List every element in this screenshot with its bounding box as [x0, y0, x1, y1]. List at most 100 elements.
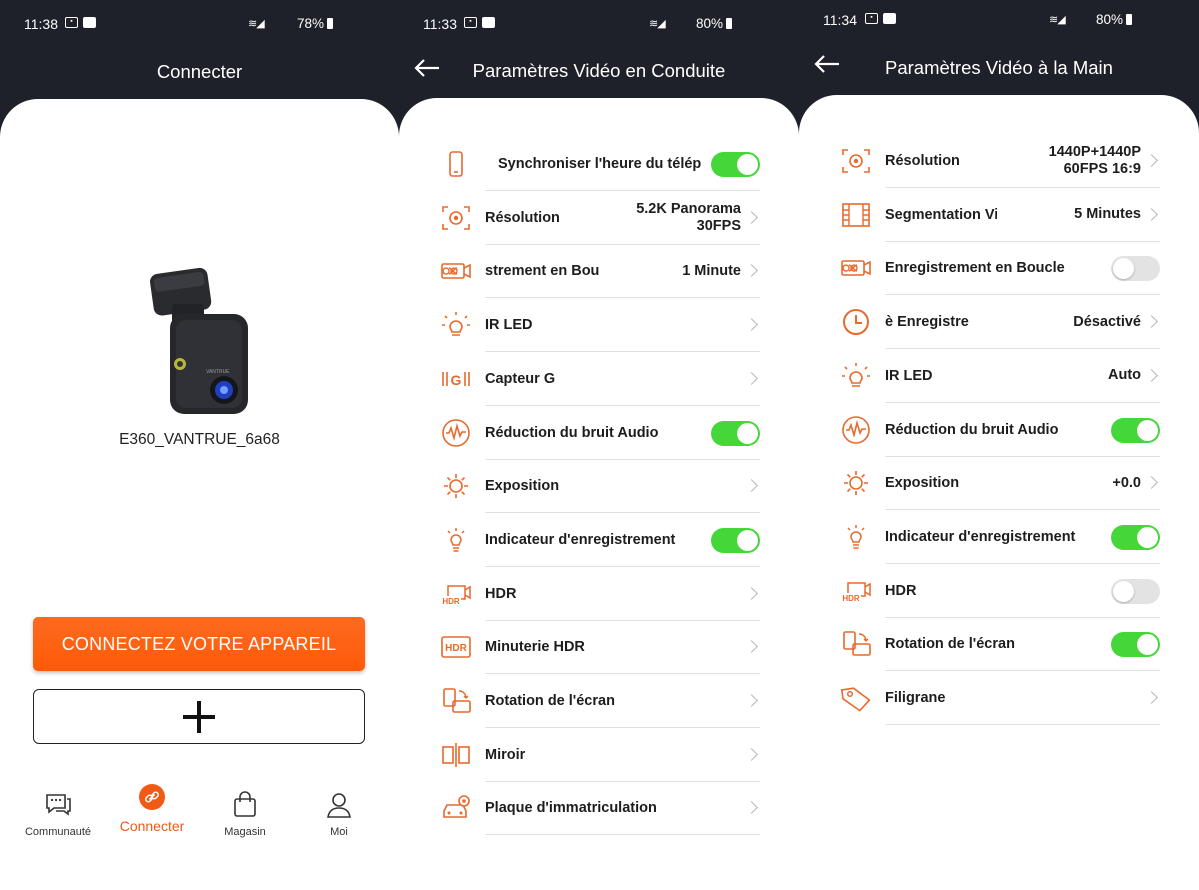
loop-record-icon [439, 256, 473, 286]
setting-label: Capteur G [485, 370, 556, 387]
status-bar: 11:33 ▪ ≋◢ 80% [399, 12, 799, 36]
settings-row-screen-rotation[interactable]: Rotation de l'écran [799, 617, 1199, 672]
notification-icon: ▪ [65, 17, 78, 28]
setting-label: Enregistrement en Boucle [885, 260, 1065, 277]
settings-row-mirror[interactable]: Miroir [399, 728, 799, 782]
setting-value-line: 30FPS [696, 217, 741, 234]
setting-value: 1 Minute [682, 262, 741, 279]
toggle-switch[interactable] [1111, 417, 1160, 443]
g-sensor-icon: G [439, 364, 473, 394]
settings-row-resolution[interactable]: Résolution 5.2K Panorama 30FPS [399, 191, 799, 245]
nav-connect[interactable]: Connecter [107, 782, 197, 834]
handheld-video-settings-screen: 11:34 ▪ ≋◢ 80% Paramètres Vidéo à la Mai… [799, 0, 1199, 890]
setting-value-line: 60FPS 16:9 [1063, 161, 1141, 177]
check-notification-icon [883, 13, 896, 24]
nav-store[interactable]: Magasin [200, 790, 290, 838]
setting-label: Minuterie HDR [485, 639, 585, 656]
settings-row-watermark[interactable]: Filigrane [799, 671, 1199, 725]
settings-row-ir-led[interactable]: IR LED [399, 298, 799, 353]
settings-row-record-indicator[interactable]: Indicateur d'enregistrement [799, 510, 1199, 564]
segmentation-icon [839, 200, 873, 230]
settings-row-loop-record[interactable]: strement en Bou 1 Minute [399, 244, 799, 299]
status-time: 11:34 [823, 12, 857, 28]
setting-label: HDR [485, 585, 517, 602]
add-device-button[interactable] [33, 689, 365, 744]
toggle-switch[interactable] [711, 527, 760, 553]
hdr-icon: HDR [839, 576, 873, 606]
chevron-right-icon [747, 372, 756, 386]
setting-value: 5.2K Panorama 30FPS [636, 191, 741, 245]
settings-row-hdr[interactable]: HDR HDR [799, 564, 1199, 618]
screen-rotation-icon [839, 629, 873, 659]
setting-label: strement en Bou [485, 263, 600, 280]
bottom-nav: Communauté Connecter Magasin Moi [0, 778, 399, 848]
setting-label: Rotation de l'écran [485, 693, 615, 709]
settings-row-g-sensor[interactable]: G Capteur G [399, 352, 799, 406]
settings-row-loop-record[interactable]: Enregistrement en Boucle [799, 241, 1199, 296]
notification-icon: ▪ [865, 13, 878, 24]
setting-value: +0.0 [1112, 474, 1141, 491]
device-name[interactable]: E360_VANTRUE_6a68 [0, 431, 399, 449]
chevron-right-icon [747, 801, 756, 815]
nav-store-label: Magasin [224, 826, 266, 838]
settings-row-audio-noise[interactable]: Réduction du bruit Audio [799, 403, 1199, 457]
chevron-right-icon [747, 264, 756, 278]
settings-row-phone[interactable]: Synchroniser l'heure du téléph [399, 137, 799, 191]
mirror-icon [439, 740, 473, 770]
settings-row-exposure[interactable]: Exposition [399, 459, 799, 514]
settings-row-resolution[interactable]: Résolution 1440P+1440P 60FPS 16:9 [799, 134, 1199, 188]
chevron-right-icon [1147, 208, 1156, 222]
settings-row-ir-led[interactable]: IR LED Auto [799, 349, 1199, 403]
setting-label: HDR [885, 582, 917, 599]
nav-me[interactable]: Moi [294, 790, 384, 838]
phone-icon [439, 149, 473, 179]
status-time: 11:33 [423, 16, 457, 32]
settings-row-license-plate[interactable]: Plaque d'immatriculation [399, 781, 799, 836]
settings-row-hdr-timer[interactable]: HDR Minuterie HDR [399, 620, 799, 675]
battery-icon [726, 18, 732, 29]
resolution-icon [439, 203, 473, 233]
setting-label: Filigrane [885, 690, 946, 706]
toggle-switch[interactable] [1111, 256, 1160, 282]
connect-screen: 11:38 ▪ ≋◢ 78% Connecter VANTRUE E360_VA… [0, 0, 399, 890]
setting-label: Résolution [885, 153, 960, 169]
battery-icon [1126, 14, 1132, 25]
setting-label: Indicateur d'enregistrement [885, 528, 1076, 545]
setting-label: IR LED [485, 317, 533, 334]
timer-record-icon [839, 307, 873, 337]
bag-icon [234, 791, 256, 817]
settings-row-record-indicator[interactable]: Indicateur d'enregistrement [399, 513, 799, 567]
row-divider [885, 724, 1160, 725]
nav-connect-label: Connecter [119, 818, 185, 834]
settings-row-hdr[interactable]: HDR HDR [399, 567, 799, 621]
chevron-right-icon [747, 640, 756, 654]
notification-icon: ▪ [464, 17, 477, 28]
settings-row-audio-noise[interactable]: Réduction du bruit Audio [399, 406, 799, 460]
ir-led-icon [439, 310, 473, 340]
driving-video-settings-screen: 11:33 ▪ ≋◢ 80% Paramètres Vidéo en Condu… [399, 0, 799, 890]
ir-led-icon [839, 361, 873, 391]
dashcam-image[interactable]: VANTRUE [146, 264, 258, 416]
toggle-switch[interactable] [1111, 578, 1160, 604]
setting-value: Auto [1107, 367, 1141, 384]
svg-text:HDR: HDR [842, 594, 860, 603]
setting-label: Réduction du bruit Audio [485, 424, 659, 441]
status-bar: 11:34 ▪ ≋◢ 80% [799, 8, 1199, 32]
settings-row-segmentation[interactable]: Segmentation Vi 5 Minutes [799, 188, 1199, 242]
nav-me-label: Moi [330, 826, 348, 838]
license-plate-icon [439, 793, 473, 823]
settings-row-timer-record[interactable]: è Enregistre Désactivé [799, 295, 1199, 350]
toggle-switch[interactable] [1111, 524, 1160, 550]
toggle-switch[interactable] [1111, 632, 1160, 658]
svg-text:HDR: HDR [445, 643, 467, 654]
connect-device-button[interactable]: CONNECTEZ VOTRE APPAREIL [33, 617, 365, 671]
nav-community[interactable]: Communauté [13, 790, 103, 838]
setting-label: Plaque d'immatriculation [485, 800, 657, 817]
check-notification-icon [482, 17, 495, 28]
battery-percent: 78% [296, 16, 324, 31]
settings-row-screen-rotation[interactable]: Rotation de l'écran [399, 674, 799, 728]
settings-row-exposure[interactable]: Exposition +0.0 [799, 456, 1199, 511]
battery-percent: 80% [1095, 12, 1123, 27]
toggle-switch[interactable] [711, 420, 760, 446]
toggle-switch[interactable] [711, 152, 760, 177]
